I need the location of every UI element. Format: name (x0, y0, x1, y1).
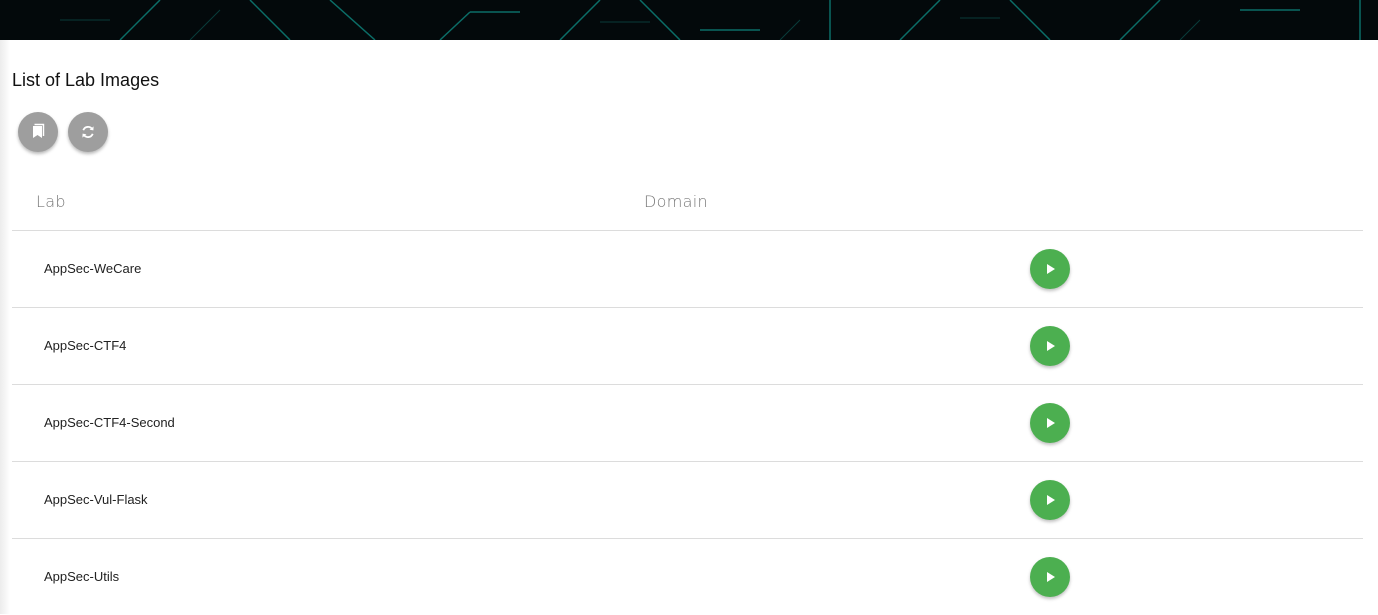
table-header: Lab Domain (12, 176, 1363, 231)
play-icon (1043, 571, 1057, 583)
table-row: AppSec-Vul-Flask (12, 462, 1363, 539)
start-lab-button[interactable] (1030, 403, 1070, 443)
table-row: AppSec-CTF4-Second (12, 385, 1363, 462)
start-lab-button[interactable] (1030, 249, 1070, 289)
lab-name: AppSec-Vul-Flask (44, 492, 148, 507)
column-header-domain: Domain (644, 192, 708, 211)
lab-name: AppSec-CTF4-Second (44, 415, 175, 430)
play-icon (1043, 494, 1057, 506)
lab-name: AppSec-CTF4 (44, 338, 127, 353)
lab-name: AppSec-Utils (44, 569, 120, 584)
play-icon (1043, 263, 1057, 275)
bookmarks-button[interactable] (18, 112, 58, 152)
refresh-icon (79, 123, 97, 141)
start-lab-button[interactable] (1030, 480, 1070, 520)
table-row: AppSec-Utils (12, 539, 1363, 615)
start-lab-button[interactable] (1030, 557, 1070, 597)
side-shadow (0, 40, 10, 614)
page-title: List of Lab Images (12, 70, 160, 90)
column-header-lab: Lab (36, 192, 66, 211)
play-icon (1043, 340, 1057, 352)
bookmarks-icon (29, 123, 47, 141)
header-banner (0, 0, 1378, 40)
table-row: AppSec-WeCare (12, 231, 1363, 308)
start-lab-button[interactable] (1030, 326, 1070, 366)
play-icon (1043, 417, 1057, 429)
lab-table-body: AppSec-WeCare AppSec-CTF4 AppSec-CTF4-Se… (12, 231, 1363, 615)
lab-name: AppSec-WeCare (44, 261, 142, 276)
refresh-button[interactable] (68, 112, 108, 152)
table-row: AppSec-CTF4 (12, 308, 1363, 385)
circuit-pattern (60, 0, 1361, 40)
